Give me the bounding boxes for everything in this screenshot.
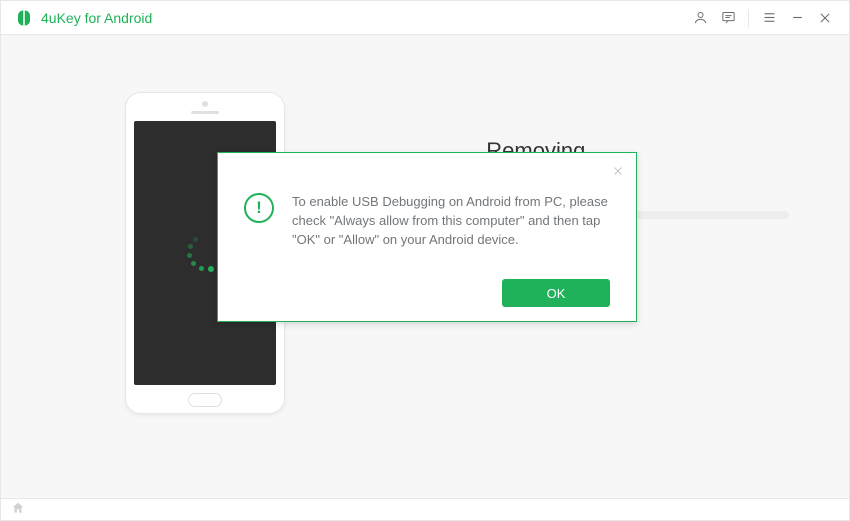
app-logo: 4uKey for Android — [15, 9, 152, 27]
ok-button[interactable]: OK — [502, 279, 610, 307]
usb-debugging-dialog: ! To enable USB Debugging on Android fro… — [217, 152, 637, 322]
phone-home-button — [188, 393, 222, 407]
dialog-close-icon[interactable] — [608, 161, 628, 181]
home-icon[interactable] — [11, 501, 25, 518]
account-icon[interactable] — [686, 4, 714, 32]
app-title: 4uKey for Android — [41, 10, 152, 26]
footer-bar — [1, 498, 849, 520]
dialog-message: To enable USB Debugging on Android from … — [292, 193, 610, 250]
alert-icon: ! — [244, 193, 274, 223]
phone-speaker — [191, 111, 219, 114]
titlebar: 4uKey for Android — [1, 1, 849, 35]
feedback-icon[interactable] — [714, 4, 742, 32]
minimize-icon[interactable] — [783, 4, 811, 32]
logo-icon — [15, 9, 33, 27]
main-stage: Removing... ice during this ! To enable … — [1, 35, 849, 498]
titlebar-separator — [748, 9, 749, 27]
menu-icon[interactable] — [755, 4, 783, 32]
close-icon[interactable] — [811, 4, 839, 32]
